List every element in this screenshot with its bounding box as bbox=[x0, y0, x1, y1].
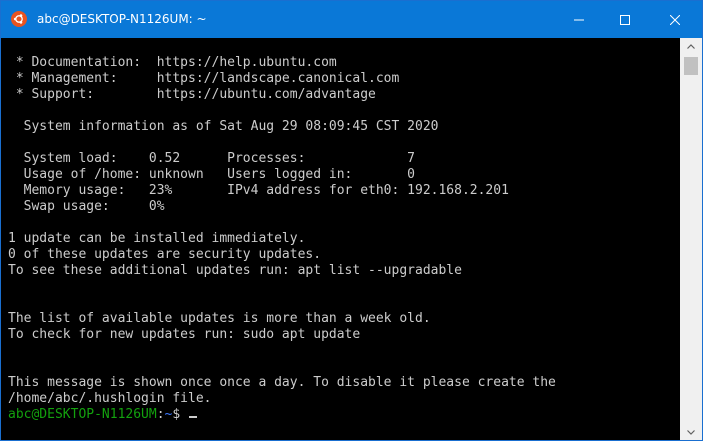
terminal-line: The list of available updates is more th… bbox=[8, 311, 431, 326]
scrollbar-thumb[interactable] bbox=[684, 57, 698, 75]
prompt-symbol: $ bbox=[172, 407, 189, 422]
terminal-line: Memory usage: 23% IPv4 address for eth0:… bbox=[8, 183, 509, 198]
close-icon bbox=[670, 14, 680, 25]
terminal-line: To see these additional updates run: apt… bbox=[8, 263, 462, 278]
maximize-button[interactable] bbox=[602, 1, 648, 38]
command-prompt[interactable]: abc@DESKTOP-N1126UM:~$ bbox=[8, 407, 198, 423]
terminal-output[interactable]: * Documentation: https://help.ubuntu.com… bbox=[1, 38, 680, 440]
terminal-window: abc@DESKTOP-N1126UM: ~ * Documentation: … bbox=[0, 0, 703, 441]
terminal-line: Usage of /home: unknown Users logged in:… bbox=[8, 167, 415, 182]
window-title: abc@DESKTOP-N1126UM: ~ bbox=[37, 12, 207, 26]
terminal-line: * Support: https://ubuntu.com/advantage bbox=[8, 87, 376, 102]
terminal-line: 1 update can be installed immediately. bbox=[8, 231, 306, 246]
chevron-up-icon bbox=[687, 44, 695, 49]
chevron-down-icon bbox=[687, 430, 695, 435]
terminal-line: System information as of Sat Aug 29 08:0… bbox=[8, 119, 439, 134]
ubuntu-icon[interactable] bbox=[11, 11, 27, 27]
text-cursor bbox=[189, 416, 198, 418]
vertical-scrollbar[interactable] bbox=[680, 38, 702, 440]
terminal-line: This message is shown once once a day. T… bbox=[8, 375, 556, 390]
close-button[interactable] bbox=[648, 1, 702, 38]
terminal-line: /home/abc/.hushlogin file. bbox=[8, 391, 212, 406]
title-bar[interactable]: abc@DESKTOP-N1126UM: ~ bbox=[1, 1, 702, 38]
terminal-line: * Documentation: https://help.ubuntu.com bbox=[8, 55, 337, 70]
scroll-down-button[interactable] bbox=[680, 424, 702, 440]
terminal-line: System load: 0.52 Processes: 7 bbox=[8, 151, 415, 166]
terminal-line: * Management: https://landscape.canonica… bbox=[8, 71, 400, 86]
minimize-icon bbox=[574, 19, 584, 20]
maximize-icon bbox=[620, 14, 630, 25]
prompt-user-host: abc@DESKTOP-N1126UM bbox=[8, 407, 157, 422]
scroll-up-button[interactable] bbox=[680, 38, 702, 55]
terminal-line: 0 of these updates are security updates. bbox=[8, 247, 322, 262]
terminal-line: Swap usage: 0% bbox=[8, 199, 165, 214]
prompt-separator: : bbox=[156, 407, 165, 422]
terminal-line: To check for new updates run: sudo apt u… bbox=[8, 327, 361, 342]
minimize-button[interactable] bbox=[556, 1, 602, 38]
